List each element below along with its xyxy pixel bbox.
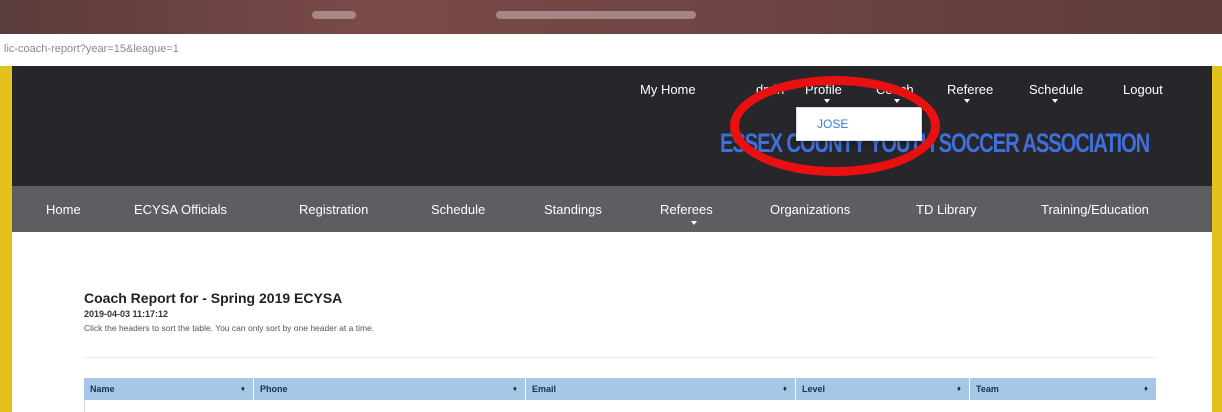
site: My Home dmin Profile Coach Referee Sched… — [12, 66, 1212, 412]
table-row — [84, 400, 1157, 412]
main-nav: Home ECYSA Officials Registration Schedu… — [12, 186, 1212, 232]
nav-training-education[interactable]: Training/Education — [1041, 202, 1149, 217]
topnav-my-home[interactable]: My Home — [640, 82, 696, 97]
topnav-schedule[interactable]: Schedule — [1029, 82, 1083, 97]
page-border-right — [1212, 66, 1222, 412]
divider — [84, 357, 1156, 358]
column-header-team[interactable]: Team ♦ — [970, 378, 1156, 400]
sort-icon: ♦ — [1143, 384, 1148, 393]
sort-icon: ♦ — [512, 384, 517, 393]
column-header-phone[interactable]: Phone ♦ — [254, 378, 526, 400]
nav-standings[interactable]: Standings — [544, 202, 602, 217]
site-header: My Home dmin Profile Coach Referee Sched… — [12, 66, 1212, 186]
sort-icon: ♦ — [956, 384, 961, 393]
nav-referees[interactable]: Referees — [660, 202, 713, 217]
sort-icon: ♦ — [782, 384, 787, 393]
column-header-email[interactable]: Email ♦ — [526, 378, 796, 400]
nav-home[interactable]: Home — [46, 202, 81, 217]
chevron-down-icon — [691, 221, 697, 225]
annotation-circle — [730, 76, 940, 176]
page-content: Coach Report for - Spring 2019 ECYSA 201… — [12, 232, 1212, 412]
nav-td-library[interactable]: TD Library — [916, 202, 977, 217]
browser-tab-bar — [0, 0, 1222, 34]
topnav-referee[interactable]: Referee — [947, 82, 993, 97]
column-header-level[interactable]: Level ♦ — [796, 378, 970, 400]
url-text[interactable]: lic-coach-report?year=15&league=1 — [4, 43, 179, 55]
page-border-left — [0, 66, 12, 412]
sort-icon: ♦ — [240, 384, 245, 393]
report-timestamp: 2019-04-03 11:17:12 — [84, 309, 169, 319]
browser-tab-blurred[interactable] — [312, 11, 356, 19]
page-title: Coach Report for - Spring 2019 ECYSA — [84, 290, 343, 306]
topnav-logout[interactable]: Logout — [1123, 82, 1163, 97]
column-header-name[interactable]: Name ♦ — [84, 378, 254, 400]
browser-tab-blurred[interactable] — [496, 11, 696, 19]
address-bar[interactable]: lic-coach-report?year=15&league=1 — [0, 34, 1222, 67]
nav-schedule[interactable]: Schedule — [431, 202, 485, 217]
table-header: Name ♦ Phone ♦ Email ♦ Level ♦ Team ♦ — [84, 378, 1156, 400]
nav-ecysa-officials[interactable]: ECYSA Officials — [134, 202, 227, 217]
chevron-down-icon — [1052, 99, 1058, 103]
nav-registration[interactable]: Registration — [299, 202, 368, 217]
chevron-down-icon — [964, 99, 970, 103]
nav-organizations[interactable]: Organizations — [770, 202, 850, 217]
report-help-text: Click the headers to sort the table. You… — [84, 323, 375, 333]
